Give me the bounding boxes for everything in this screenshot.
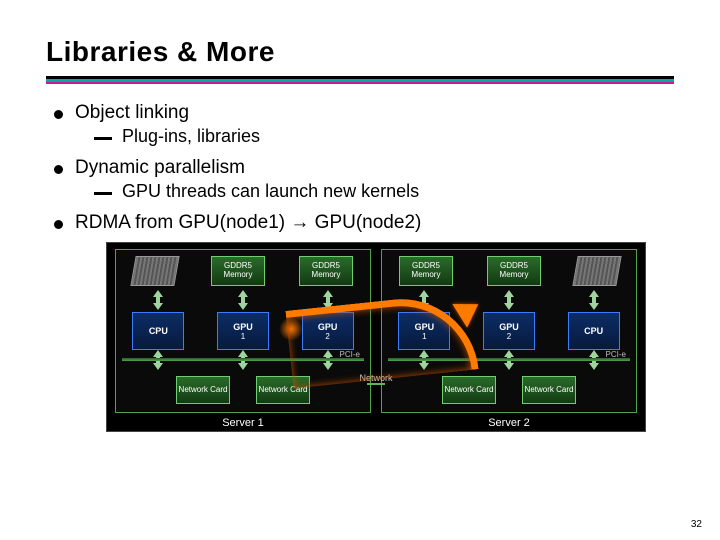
dash-icon	[94, 137, 112, 140]
bullet-item: RDMA from GPU(node1) → GPU(node2)	[54, 212, 674, 234]
gddr5-memory-label: GDDR5 Memory	[299, 256, 353, 286]
chip-index: 2	[507, 332, 511, 341]
bus-arrow-icon	[234, 290, 252, 310]
gpu-chip: GPU 1	[398, 312, 450, 350]
rdma-diagram: GDDR5 Memory GDDR5 Memory CPU GPU 1 GPU …	[106, 242, 646, 432]
bullet-icon	[54, 220, 63, 229]
system-memory-icon	[572, 256, 621, 286]
memory-row: GDDR5 Memory GDDR5 Memory	[116, 256, 370, 286]
chip-label: GPU	[318, 322, 338, 332]
pcie-label: PCI-e	[606, 350, 626, 359]
bullet-list: Object linking Plug-ins, libraries Dynam…	[46, 102, 674, 234]
cpu-chip: CPU	[132, 312, 184, 350]
title-rule	[46, 76, 674, 84]
gpu-chip: GPU 2	[483, 312, 535, 350]
chip-index: 2	[325, 332, 329, 341]
sub-bullet-text: Plug-ins, libraries	[122, 126, 260, 147]
dash-icon	[94, 192, 112, 195]
server-box-2: GDDR5 Memory GDDR5 Memory GPU 1 GPU 2	[381, 249, 637, 413]
bullet-text: Object linking	[75, 102, 189, 124]
pcie-bus	[122, 358, 364, 361]
bus-arrow-icon	[319, 290, 337, 310]
gpu-chip: GPU 2	[302, 312, 354, 350]
gddr5-memory-label: GDDR5 Memory	[211, 256, 265, 286]
chip-label: GPU	[499, 322, 519, 332]
bullet-item: Object linking	[54, 102, 674, 124]
gpu-chip: GPU 1	[217, 312, 269, 350]
chip-label: CPU	[149, 326, 168, 336]
chip-label: GPU	[415, 322, 435, 332]
bus-arrow-icon	[415, 290, 433, 310]
bullet-item: Dynamic parallelism	[54, 157, 674, 179]
bullet-icon	[54, 110, 63, 119]
server-box-1: GDDR5 Memory GDDR5 Memory CPU GPU 1 GPU …	[115, 249, 371, 413]
processor-row: GPU 1 GPU 2 CPU	[382, 312, 636, 350]
sub-bullet-item: GPU threads can launch new kernels	[94, 181, 674, 202]
memory-row: GDDR5 Memory GDDR5 Memory	[382, 256, 636, 286]
pcie-label: PCI-e	[340, 350, 360, 359]
slide: Libraries & More Object linking Plug-ins…	[0, 0, 720, 540]
bus-arrow-icon	[149, 290, 167, 310]
chip-index: 1	[241, 332, 245, 341]
system-memory-icon	[130, 256, 179, 286]
cpu-chip: CPU	[568, 312, 620, 350]
gddr5-memory-label: GDDR5 Memory	[487, 256, 541, 286]
server-label: Server 1	[115, 417, 371, 429]
chip-index: 1	[422, 332, 426, 341]
network-link	[367, 383, 385, 385]
page-number: 32	[691, 519, 702, 530]
gddr5-memory-label: GDDR5 Memory	[399, 256, 453, 286]
chip-label: CPU	[584, 326, 603, 336]
bus-arrow-icon	[585, 290, 603, 310]
server-label: Server 2	[381, 417, 637, 429]
sub-bullet-item: Plug-ins, libraries	[94, 126, 674, 147]
bullet-text: RDMA from GPU(node1) → GPU(node2)	[75, 212, 421, 234]
pcie-bus	[388, 358, 630, 361]
bullet-text: Dynamic parallelism	[75, 157, 245, 179]
slide-title: Libraries & More	[46, 36, 674, 68]
bus-arrow-icon	[500, 290, 518, 310]
network-label: Network	[107, 373, 645, 383]
processor-row: CPU GPU 1 GPU 2	[116, 312, 370, 350]
chip-label: GPU	[233, 322, 253, 332]
sub-bullet-text: GPU threads can launch new kernels	[122, 181, 419, 202]
bullet-icon	[54, 165, 63, 174]
